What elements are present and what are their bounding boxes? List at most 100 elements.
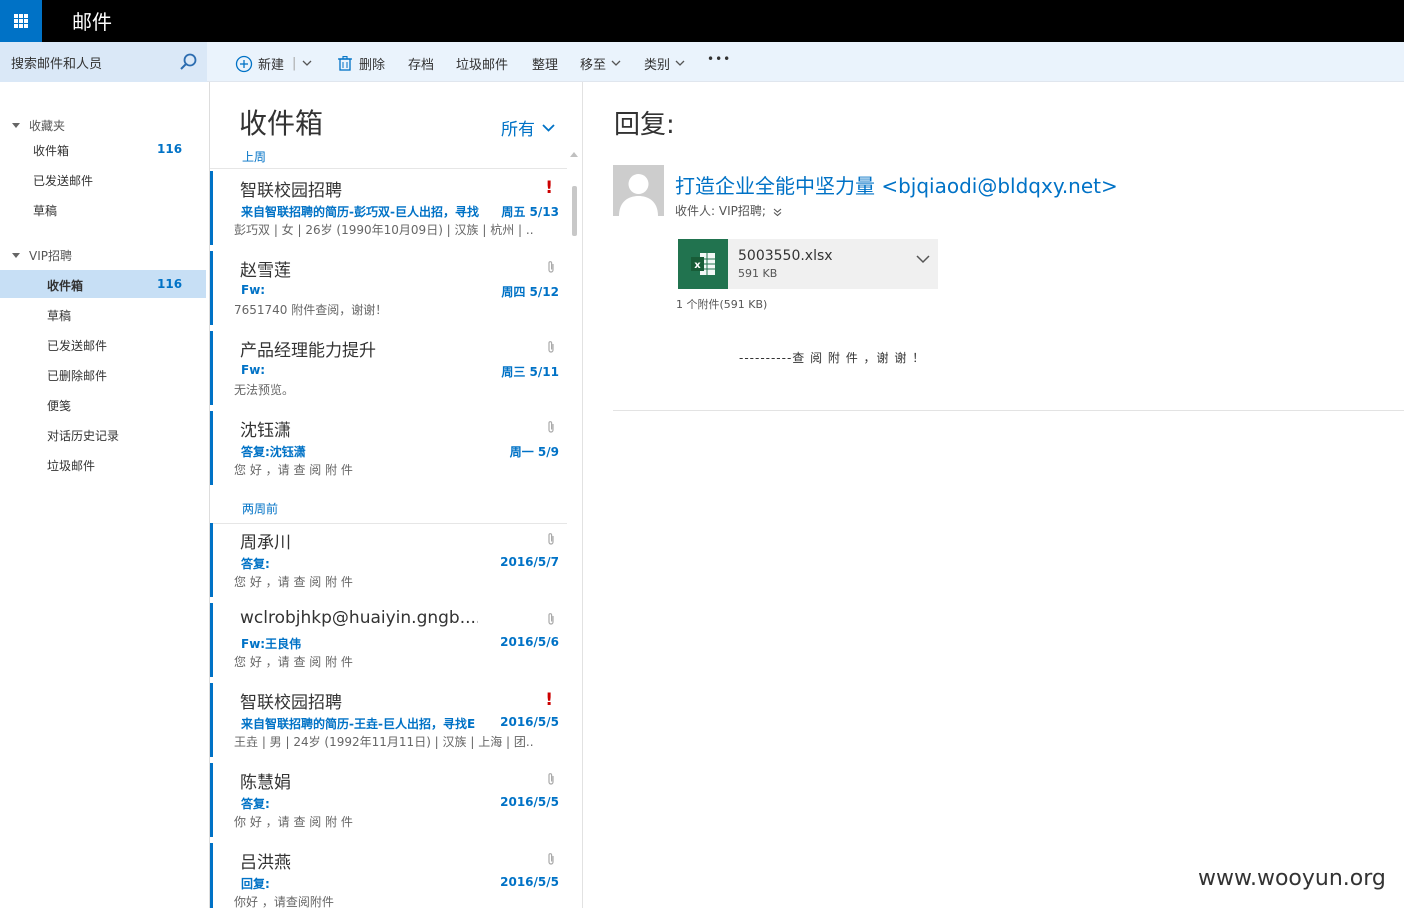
message-item[interactable]: 智联校园招聘 ! 来自智联招聘的简历-彭巧双-巨人出招，寻找 周五 5/13 彭… (210, 171, 567, 245)
expand-recipients-icon[interactable] (773, 208, 782, 217)
message-item[interactable]: 沈钰潇 答复:沈钰潇 周一 5/9 您 好 ，请 查 阅 附 件 (210, 411, 567, 485)
message-item[interactable]: 陈慧娟 答复: 2016/5/5 你 好 ，请 查 阅 附 件 (210, 763, 567, 837)
folder-item-conversation-history[interactable]: 对话历史记录 (0, 420, 206, 448)
section-divider (210, 168, 567, 169)
plus-circle-icon (235, 55, 253, 72)
unread-count: 116 (157, 142, 183, 156)
message-preview: 你 好 ，请 查 阅 附 件 (234, 815, 353, 829)
chevron-down-icon (542, 123, 555, 132)
junk-button[interactable]: 垃圾邮件 (456, 54, 508, 73)
message-preview: 无法预览。 (234, 383, 295, 397)
paperclip-icon (548, 261, 554, 273)
attachment-filename: 5003550.xlsx (738, 248, 833, 264)
folder-pane: 收藏夹 收件箱 116 已发送邮件 草稿 VIP招聘 收件箱 116 草稿 已发… (0, 82, 207, 908)
chevron-down-icon[interactable] (916, 255, 930, 264)
message-sender: 沈钰潇 (240, 421, 291, 441)
reading-pane: 回复: 打造企业全能中坚力量 <bjqiaodi@bldqxy.net> 收件人… (584, 82, 1404, 908)
app-launcher-button[interactable] (0, 0, 42, 42)
folder-item-deleted[interactable]: 已删除邮件 (0, 360, 206, 388)
message-subject: Fw:王良伟 (241, 637, 302, 651)
message-subject: Fw: (241, 283, 266, 297)
move-to-button[interactable]: 移至 (580, 54, 621, 73)
message-item[interactable]: 吕洪燕 回复: 2016/5/5 你好 ，请查阅附件 (210, 843, 567, 909)
folder-label: 便笺 (47, 399, 72, 413)
archive-button[interactable]: 存档 (408, 54, 434, 73)
favorites-header-label: 收藏夹 (29, 119, 66, 133)
filter-dropdown[interactable]: 所有 (501, 115, 555, 140)
message-date: 周五 5/13 (501, 205, 559, 219)
message-title: 回复: (614, 110, 675, 140)
folder-item-inbox[interactable]: 收件箱 116 (0, 270, 206, 298)
paperclip-icon (548, 533, 554, 545)
message-subject: Fw: (241, 363, 266, 377)
paperclip-icon (548, 421, 554, 433)
watermark-text: www.wooyun.org (1198, 866, 1386, 891)
chevron-down-icon[interactable] (302, 60, 312, 67)
high-importance-icon: ! (545, 690, 553, 710)
folder-label: 草稿 (47, 309, 72, 323)
message-item[interactable]: 周承川 答复: 2016/5/7 您 好 ，请 查 阅 附 件 (210, 523, 567, 597)
message-preview: 你好 ，请查阅附件 (234, 895, 334, 909)
account-group-header[interactable]: VIP招聘 (12, 247, 72, 264)
section-header-two-weeks-ago: 两周前 (242, 502, 279, 516)
attachment-card[interactable]: x 5003550.xlsx 591 KB (678, 239, 938, 289)
account-header-label: VIP招聘 (29, 249, 72, 263)
filter-label: 所有 (501, 120, 535, 140)
paperclip-icon (548, 613, 554, 625)
scroll-up-arrow-icon[interactable] (570, 152, 578, 157)
categories-button[interactable]: 类别 (644, 54, 685, 73)
message-date: 周一 5/9 (509, 445, 559, 459)
message-item[interactable]: 智联校园招聘 ! 来自智联招聘的简历-王垚-巨人出招，寻找E 2016/5/5 … (210, 683, 567, 757)
favorites-item-drafts[interactable]: 草稿 (0, 195, 206, 223)
message-subject: 答复: (241, 557, 270, 571)
search-placeholder: 搜索邮件和人员 (11, 57, 103, 72)
section-header-last-week: 上周 (242, 150, 267, 164)
favorites-item-inbox[interactable]: 收件箱 116 (0, 135, 206, 163)
list-scrollbar[interactable] (569, 152, 581, 908)
recipients-line: 收件人: VIP招聘; (675, 202, 782, 219)
message-date: 2016/5/5 (500, 715, 559, 729)
favorites-item-sent[interactable]: 已发送邮件 (0, 165, 206, 193)
more-options-button[interactable]: ••• (707, 52, 731, 66)
folder-item-junk[interactable]: 垃圾邮件 (0, 450, 206, 478)
message-item[interactable]: 赵雪莲 Fw: 周四 5/12 7651740 附件查阅，谢谢！ (210, 251, 567, 325)
move-to-button-label: 移至 (580, 58, 607, 73)
message-sender: wclrobjhkp@huaiyin.gngb.... (240, 608, 478, 628)
scrollbar-thumb[interactable] (572, 186, 577, 236)
folder-item-drafts[interactable]: 草稿 (0, 300, 206, 328)
message-subject: 回复: (241, 877, 270, 891)
app-title: 邮件 (72, 10, 112, 34)
sender-address[interactable]: 打造企业全能中坚力量 <bjqiaodi@bldqxy.net> (675, 170, 1118, 199)
message-date: 周三 5/11 (501, 365, 559, 379)
separator: | (292, 56, 297, 71)
message-item[interactable]: 产品经理能力提升 Fw: 周三 5/11 无法预览。 (210, 331, 567, 405)
sweep-button[interactable]: 整理 (532, 54, 558, 73)
search-icon[interactable] (178, 52, 198, 72)
folder-label: 对话历史记录 (47, 429, 120, 443)
chevron-down-icon (611, 60, 621, 66)
paperclip-icon (548, 773, 554, 785)
search-input[interactable]: 搜索邮件和人员 (0, 42, 207, 82)
excel-file-icon: x (678, 239, 728, 289)
message-subject: 来自智联招聘的简历-彭巧双-巨人出招，寻找 (241, 205, 479, 219)
paperclip-icon (548, 341, 554, 353)
folder-label: 收件箱 (33, 144, 70, 158)
message-sender: 产品经理能力提升 (240, 341, 376, 361)
delete-button[interactable]: 删除 (338, 54, 385, 73)
message-date: 2016/5/7 (500, 555, 559, 569)
svg-text:x: x (694, 260, 701, 271)
trash-icon (338, 56, 352, 71)
recipients-label: 收件人: VIP招聘; (675, 204, 766, 218)
message-preview: 7651740 附件查阅，谢谢！ (234, 303, 388, 317)
message-item[interactable]: wclrobjhkp@huaiyin.gngb.... Fw:王良伟 2016/… (210, 603, 567, 677)
message-subject: 答复:沈钰潇 (241, 445, 306, 459)
folder-item-sent[interactable]: 已发送邮件 (0, 330, 206, 358)
folder-item-notes[interactable]: 便笺 (0, 390, 206, 418)
message-preview: 您 好 ，请 查 阅 附 件 (234, 463, 353, 477)
favorites-group-header[interactable]: 收藏夹 (12, 117, 65, 134)
message-date: 2016/5/5 (500, 795, 559, 809)
new-button[interactable]: 新建 | (235, 54, 312, 73)
folder-label: 草稿 (33, 204, 58, 218)
list-title: 收件箱 (239, 107, 324, 140)
message-preview: 彭巧双 | 女 | 26岁 (1990年10月09日) | 汉族 | 杭州 | … (234, 223, 534, 237)
